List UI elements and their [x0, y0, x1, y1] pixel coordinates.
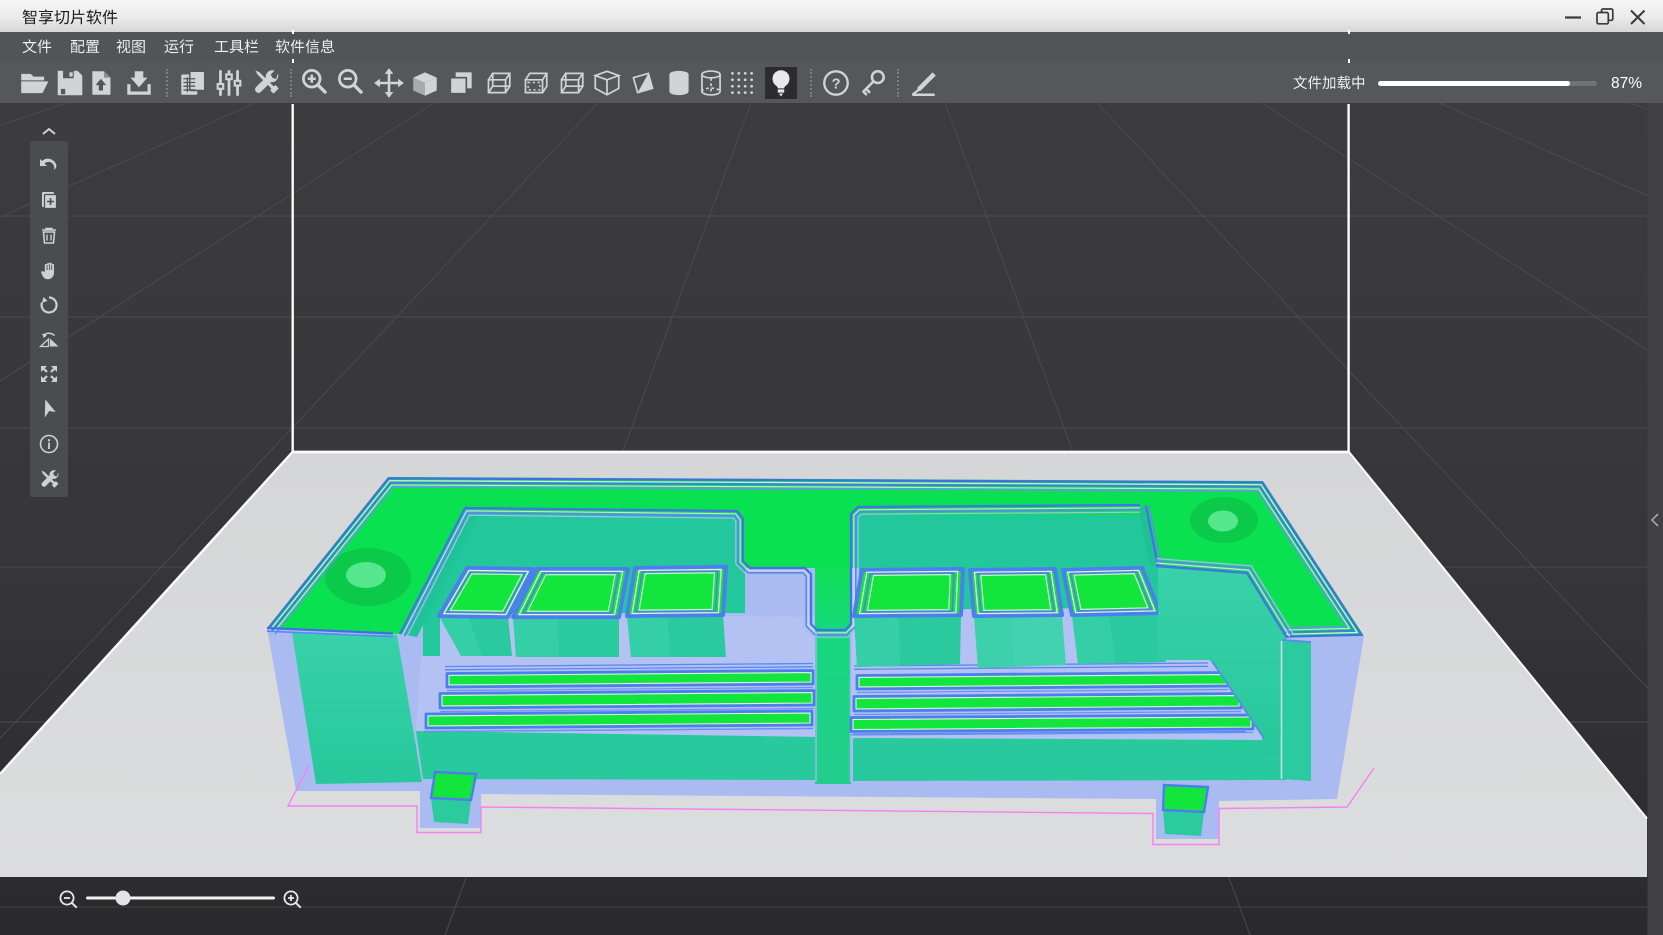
- svg-text:?: ?: [831, 75, 840, 92]
